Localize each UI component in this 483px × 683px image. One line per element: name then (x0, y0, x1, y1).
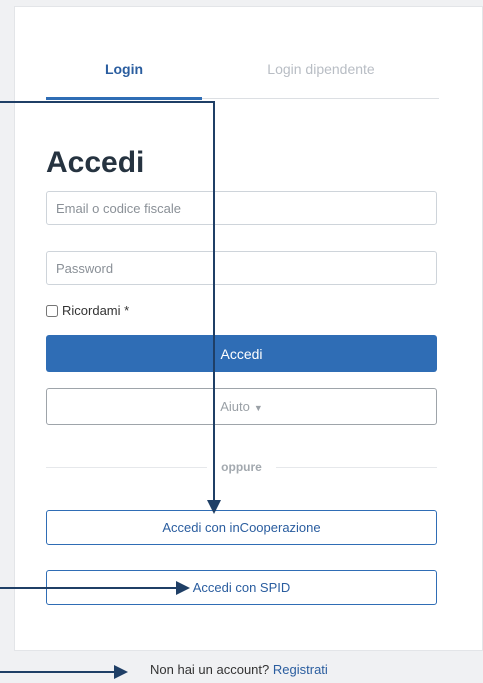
spid-login-button[interactable]: Accedi con SPID (46, 570, 437, 605)
register-link[interactable]: Registrati (273, 662, 328, 677)
help-dropdown-button[interactable]: Aiuto ▼ (46, 388, 437, 425)
login-card (14, 6, 483, 651)
email-field[interactable] (46, 191, 437, 225)
tab-login[interactable]: Login (46, 58, 202, 100)
login-button[interactable]: Accedi (46, 335, 437, 372)
tab-login-dipendente[interactable]: Login dipendente (206, 58, 436, 98)
caret-down-icon: ▼ (253, 403, 263, 413)
page-title: Accedi (46, 146, 145, 179)
arrowhead-register (114, 665, 128, 679)
footer-text: Non hai un account? (150, 662, 270, 677)
login-tabs: Login Login dipendente (46, 58, 439, 100)
remember-me-checkbox[interactable] (46, 304, 58, 317)
remember-me[interactable]: Ricordami * (44, 303, 129, 318)
remember-me-label: Ricordami * (62, 303, 130, 318)
password-field[interactable] (46, 251, 437, 285)
incooperazione-login-button[interactable]: Accedi con inCooperazione (46, 510, 437, 545)
help-label: Aiuto (220, 399, 250, 414)
divider-label: oppure (207, 460, 276, 474)
